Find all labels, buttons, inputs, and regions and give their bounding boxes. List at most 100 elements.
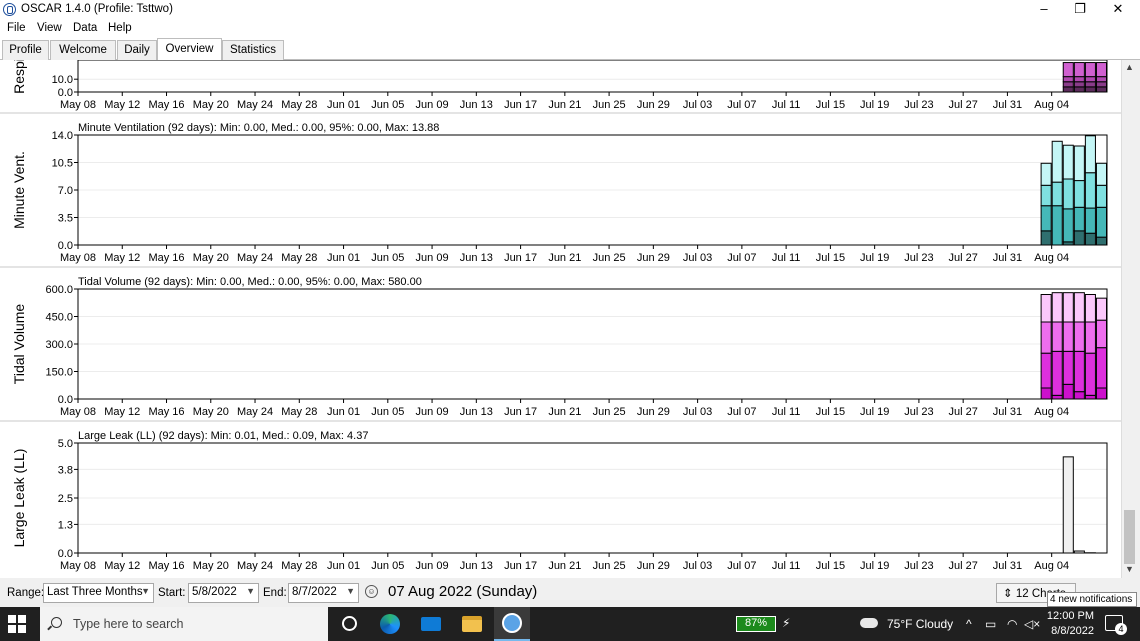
x-tick-label: Jun 13 [460,99,493,111]
bar-segment [1095,206,1107,238]
tab-daily[interactable]: Daily [117,40,157,60]
x-tick-label: Jun 25 [593,406,626,418]
network-icon[interactable]: ▭ [985,617,996,631]
x-tick-label: Jul 11 [772,406,801,418]
x-tick-label: Jul 19 [860,99,889,111]
chart-header: Large Leak (LL) (92 days): Min: 0.01, Me… [78,430,368,442]
x-tick-label: Jun 17 [504,99,537,111]
speaker-icon[interactable]: ◁× [1024,617,1040,631]
bar-segment [1084,294,1096,323]
bar-segment [1073,180,1085,208]
tab-statistics[interactable]: Statistics [222,40,284,60]
menu-help[interactable]: Help [108,22,132,34]
bar-segment [1051,394,1063,400]
end-date-picker[interactable]: 8/7/2022 ▼ [288,583,359,603]
minimize-button[interactable]: – [1026,0,1062,20]
weather-text[interactable]: 75°F Cloudy [887,617,953,631]
chart-panel: Respi 0.010.0 May 08 May 12 May 16 May 20 May … [11,58,1108,111]
bar-segment [1073,321,1085,352]
y-tick-label: 450.0 [45,312,73,324]
oscar-taskbar-icon[interactable] [494,607,530,641]
bar-segment [1040,387,1052,400]
battery-indicator[interactable]: 87% [736,616,776,632]
x-tick-label: May 16 [148,99,184,111]
bar-segment [1095,62,1107,78]
y-axis-label: Minute Vent. [11,151,27,229]
calendar-icon[interactable]: ☺ [365,585,378,598]
tab-overview[interactable]: Overview [157,38,222,60]
bar-segment [1095,297,1107,321]
tab-welcome[interactable]: Welcome [50,40,116,60]
notification-count: 4 [1115,623,1127,635]
x-tick-label: May 28 [281,99,317,111]
x-tick-label: May 16 [148,560,184,572]
bar-segment [1084,86,1096,93]
x-tick-label: Jul 03 [683,99,712,111]
x-tick-label: Jul 07 [727,560,756,572]
range-select[interactable]: Last Three Months ▼ [43,583,154,603]
bar-segment [1062,292,1074,323]
bar-segment [1040,321,1052,354]
x-tick-label: Jul 27 [948,252,977,264]
bar-segment [1062,86,1074,93]
close-button[interactable]: ✕ [1100,0,1136,20]
chart-panel: Minute Ventilation (92 days): Min: 0.00,… [0,112,1121,264]
y-tick-label: 2.5 [58,493,73,505]
x-tick-label: Jun 25 [593,99,626,111]
x-tick-label: Jun 17 [504,252,537,264]
x-tick-label: Jun 25 [593,560,626,572]
tab-profile[interactable]: Profile [2,40,49,60]
x-tick-label: Jun 05 [371,99,404,111]
chart-header: Minute Ventilation (92 days): Min: 0.00,… [78,122,439,134]
x-tick-label: Jun 29 [637,406,670,418]
bar-segment [1062,208,1074,243]
bar-segment [1062,350,1074,385]
x-tick-label: May 12 [104,560,140,572]
cloud-icon[interactable] [860,618,878,628]
scroll-thumb[interactable] [1124,510,1135,564]
x-tick-label: Jun 01 [327,99,360,111]
menu-view[interactable]: View [37,22,62,34]
x-tick-label: Jun 01 [327,252,360,264]
x-tick-label: May 24 [237,560,273,572]
x-tick-label: Jul 23 [904,99,933,111]
wifi-icon[interactable]: ◠ [1007,617,1017,631]
bar-segment [1095,184,1107,208]
x-tick-label: Jul 07 [727,406,756,418]
windows-start-icon[interactable] [8,615,26,633]
tray-expand-icon[interactable]: ^ [966,617,972,631]
y-tick-label: 3.5 [58,213,73,225]
bar-segment [1073,292,1085,323]
task-view-icon[interactable] [336,612,364,636]
x-tick-label: Jul 31 [993,560,1022,572]
scroll-down-arrow-icon[interactable]: ▼ [1122,564,1137,576]
mail-icon[interactable] [417,612,445,636]
restore-button[interactable]: ❐ [1062,0,1098,20]
y-tick-label: 0.0 [58,548,73,560]
menu-data[interactable]: Data [73,22,97,34]
vertical-scrollbar[interactable]: ▲ ▼ [1121,60,1136,578]
overview-charts: Respi 0.0 10.0 May 08 May 12 May 16 May 20 May … [0,58,1121,578]
clock-date[interactable]: 8/8/2022 [1046,625,1094,637]
x-tick-label: Jun 05 [371,560,404,572]
start-date-picker[interactable]: 5/8/2022 ▼ [188,583,259,603]
file-explorer-icon[interactable] [458,612,486,636]
up-down-icon: ⇕ [1003,588,1016,600]
x-tick-label: Jul 23 [904,252,933,264]
x-tick-label: May 20 [193,99,229,111]
clock-time[interactable]: 12:00 PM [1046,610,1094,622]
scroll-up-arrow-icon[interactable]: ▲ [1122,62,1137,74]
bar-segment [1051,350,1063,396]
x-tick-label: May 08 [60,252,96,264]
bar-segment [1051,205,1063,246]
edge-browser-icon[interactable] [376,612,404,636]
menu-file[interactable]: File [7,22,26,34]
bar-segment [1073,206,1085,232]
x-tick-label: Jul 31 [993,252,1022,264]
bar-segment [1051,321,1063,352]
x-tick-label: Jun 17 [504,560,537,572]
bar-segment [1095,347,1107,389]
taskbar-search-box[interactable]: Type here to search [40,607,328,641]
x-tick-label: May 28 [281,406,317,418]
bar-segment [1062,144,1074,180]
